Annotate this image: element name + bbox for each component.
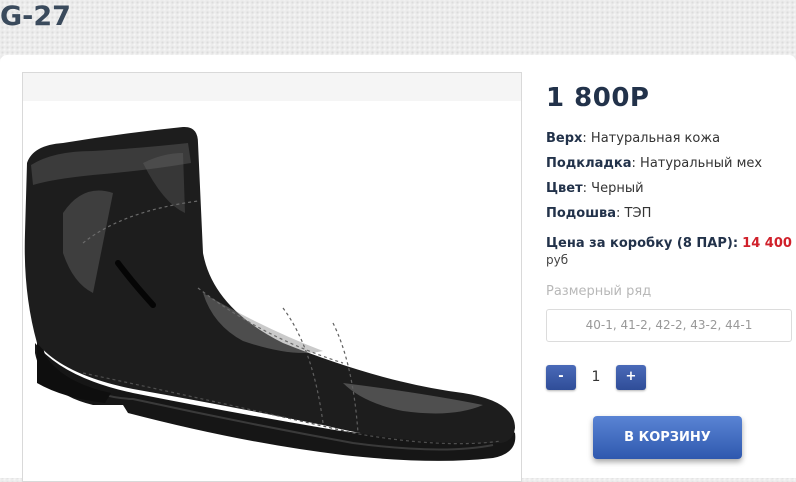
spec-sole: Подошва: ТЭП (546, 205, 762, 230)
product-specs: Верх: Натуральная кожа Подкладка: Натура… (546, 130, 762, 230)
spec-value: : Натуральный мех (631, 156, 763, 171)
box-price: Цена за коробку (8 ПАР): 14 400 руб (546, 236, 792, 268)
spec-label: Цвет (546, 181, 583, 196)
product-title: G-27 (0, 1, 71, 32)
spec-label: Подкладка (546, 156, 632, 171)
spec-value: : Черный (582, 181, 644, 196)
shoe-image (24, 126, 516, 461)
quantity-value[interactable]: 1 (576, 365, 616, 390)
box-price-label: Цена за коробку (8 ПАР): (546, 236, 739, 251)
product-card: 1 800Р Верх: Натуральная кожа Подкладка:… (0, 55, 796, 482)
spec-value: : ТЭП (616, 206, 652, 221)
spec-lining: Подкладка: Натуральный мех (546, 155, 762, 180)
add-to-cart-button[interactable]: В КОРЗИНУ (593, 416, 742, 459)
product-image[interactable] (22, 72, 522, 482)
size-range-field[interactable]: 40-1, 41-2, 42-2, 43-2, 44-1 (546, 309, 792, 342)
box-price-unit: руб (546, 253, 569, 267)
quantity-increase-button[interactable]: + (616, 365, 646, 390)
product-price: 1 800Р (546, 83, 650, 113)
spec-label: Подошва (546, 206, 617, 221)
size-range-label: Размерный ряд (546, 284, 652, 299)
spec-color: Цвет: Черный (546, 180, 762, 205)
spec-upper: Верх: Натуральная кожа (546, 130, 762, 155)
spec-label: Верх (546, 131, 583, 146)
box-price-value: 14 400 (742, 236, 792, 251)
quantity-decrease-button[interactable]: - (546, 365, 576, 390)
spec-value: : Натуральная кожа (582, 131, 721, 146)
